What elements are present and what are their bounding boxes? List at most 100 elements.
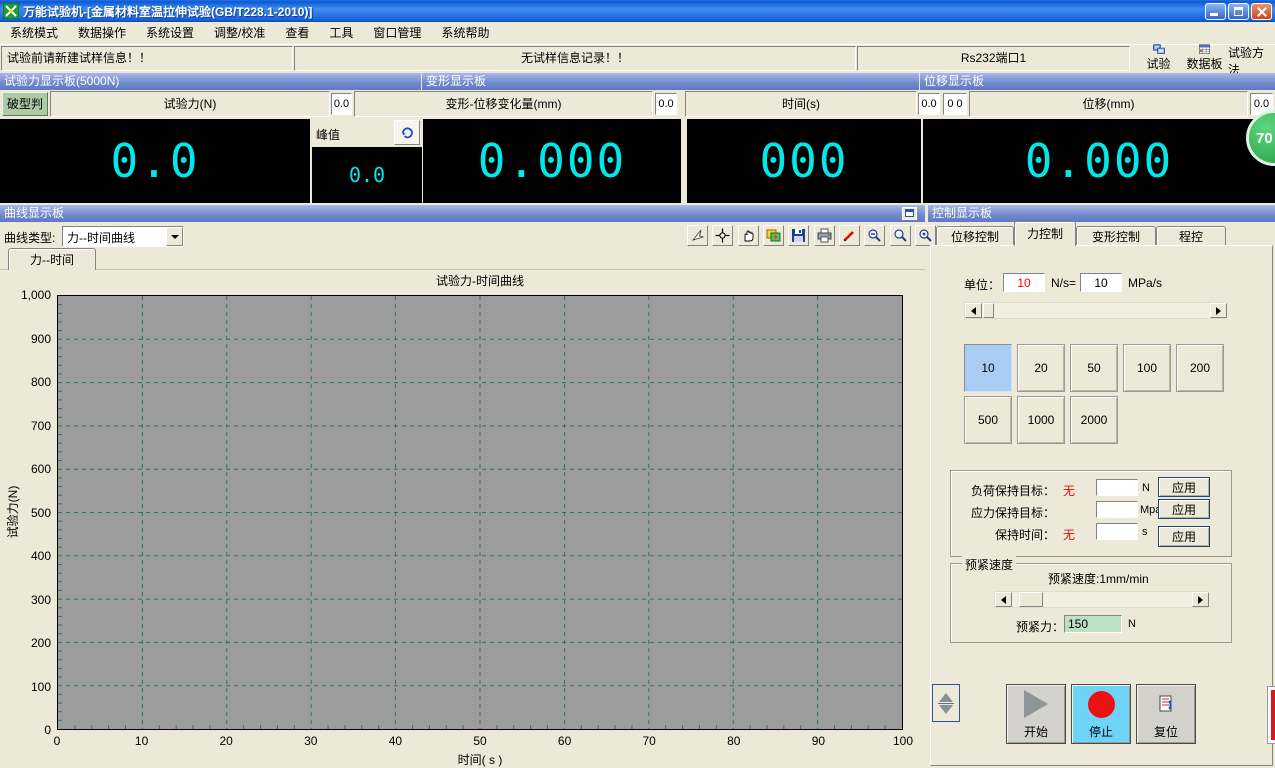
- reset-button[interactable]: 复位: [1136, 684, 1196, 744]
- tab-baseline: [0, 269, 925, 270]
- x-tick-label: 60: [545, 734, 585, 748]
- toolbar-test-button[interactable]: 试验: [1136, 44, 1181, 72]
- toolbar-databoard-button[interactable]: 数据板: [1182, 44, 1227, 72]
- refresh-icon: [400, 126, 415, 139]
- speed-scrollbar[interactable]: [964, 302, 1226, 319]
- stress-hold-input[interactable]: [1096, 501, 1138, 518]
- zoom-window-icon[interactable]: [915, 225, 936, 246]
- speed-button-50[interactable]: 50: [1070, 344, 1118, 392]
- speed-button-20[interactable]: 20: [1017, 344, 1065, 392]
- zoom-out-icon[interactable]: [864, 225, 885, 246]
- peak-reset-button[interactable]: [394, 120, 420, 145]
- speed-button-500[interactable]: 500: [964, 396, 1012, 444]
- deform-label: 变形-位移变化量(mm): [354, 91, 653, 117]
- unit-mpa-input[interactable]: [1080, 273, 1122, 292]
- curve-type-dropdown[interactable]: 力--时间曲线: [62, 226, 184, 247]
- unit-n-input[interactable]: [1003, 273, 1045, 292]
- pretension-scrollbar[interactable]: [994, 591, 1208, 608]
- tab-program-control[interactable]: 程控: [1156, 226, 1226, 246]
- menu-system-mode[interactable]: 系统模式: [0, 22, 68, 44]
- speed-button-1000[interactable]: 1000: [1017, 396, 1065, 444]
- deform-display: 0.000: [423, 119, 681, 203]
- pretension-force-unit: N: [1128, 618, 1136, 630]
- speed-button-200[interactable]: 200: [1176, 344, 1224, 392]
- hold-time-flag: 无: [1063, 526, 1075, 543]
- close-button[interactable]: [1251, 3, 1272, 20]
- tab-displacement-control[interactable]: 位移控制: [936, 226, 1014, 246]
- scroll-right-button[interactable]: [1192, 592, 1209, 607]
- play-icon: [1024, 690, 1048, 718]
- load-hold-apply-button[interactable]: 应用: [1158, 477, 1210, 497]
- x-tick-label: 80: [714, 734, 754, 748]
- crosshair-icon[interactable]: [712, 225, 733, 246]
- break-detect-button[interactable]: 破型判断: [2, 92, 48, 116]
- dropdown-arrow-button[interactable]: [166, 227, 183, 246]
- scrollbar-thumb[interactable]: [983, 303, 994, 318]
- speed-button-10[interactable]: 10: [964, 344, 1012, 392]
- save-icon[interactable]: [788, 225, 809, 246]
- force-panel-header: 试验力显示板(5000N): [0, 73, 421, 90]
- panel-restore-icon[interactable]: [902, 207, 917, 220]
- curve-type-value: 力--时间曲线: [67, 229, 135, 246]
- menu-tools[interactable]: 工具: [319, 22, 363, 44]
- application-window: 万能试验机-[金属材料室温拉伸试验(GB/T228.1-2010)] 系统模式 …: [0, 0, 1275, 768]
- scroll-left-button[interactable]: [995, 592, 1012, 607]
- force-display: 0.0: [0, 119, 310, 203]
- scroll-right-button[interactable]: [1210, 303, 1227, 318]
- restore-icon: [1234, 7, 1243, 16]
- y-tick-label: 200: [3, 636, 51, 650]
- menu-window-manage[interactable]: 窗口管理: [363, 22, 431, 44]
- hold-time-apply-button[interactable]: 应用: [1158, 526, 1210, 547]
- scrollbar-thumb[interactable]: [1019, 592, 1043, 607]
- y-tick-label: 400: [3, 549, 51, 563]
- pan-hand-icon[interactable]: [738, 225, 759, 246]
- tab-force-control[interactable]: 力控制: [1014, 221, 1076, 246]
- minimize-button[interactable]: [1205, 3, 1226, 20]
- reset-button-label: 复位: [1154, 723, 1178, 740]
- curve-tab-force-time[interactable]: 力--时间: [8, 248, 96, 270]
- stop-button[interactable]: 停止: [1071, 684, 1131, 744]
- pretension-speed-label: 预紧速度:1mm/min: [1048, 570, 1149, 587]
- x-tick-label: 20: [206, 734, 246, 748]
- speed-button-100[interactable]: 100: [1123, 344, 1171, 392]
- menu-data-ops[interactable]: 数据操作: [68, 22, 136, 44]
- hold-time-input[interactable]: [1096, 523, 1138, 540]
- pen-icon[interactable]: [839, 225, 860, 246]
- hold-time-label: 保持时间：: [955, 526, 1055, 543]
- menu-system-settings[interactable]: 系统设置: [136, 22, 204, 44]
- y-tick-label: 800: [3, 375, 51, 389]
- scroll-left-button[interactable]: [965, 303, 982, 318]
- menu-view[interactable]: 查看: [275, 22, 319, 44]
- jog-up-down-button[interactable]: [932, 684, 960, 722]
- tab-deform-control[interactable]: 变形控制: [1076, 226, 1156, 246]
- copy-image-icon[interactable]: [763, 225, 784, 246]
- zoom-icon[interactable]: [890, 225, 911, 246]
- menu-adjust-calibrate[interactable]: 调整/校准: [204, 22, 275, 44]
- stop-button-label: 停止: [1089, 723, 1113, 740]
- status-message-left: 试验前请新建试样信息！！: [1, 46, 293, 71]
- y-tick-label: 600: [3, 462, 51, 476]
- load-hold-input[interactable]: [1096, 479, 1138, 496]
- stress-hold-apply-button[interactable]: 应用: [1158, 499, 1210, 519]
- restore-button[interactable]: [1228, 3, 1249, 20]
- y-axis-ticks: 1,0009008007006005004003002001000: [0, 295, 56, 730]
- curve-type-label: 曲线类型:: [4, 229, 55, 246]
- menu-system-help[interactable]: 系统帮助: [431, 22, 499, 44]
- y-tick-label: 300: [3, 593, 51, 607]
- start-button[interactable]: 开始: [1006, 684, 1066, 744]
- cursor-icon[interactable]: [687, 225, 708, 246]
- print-icon[interactable]: [814, 225, 835, 246]
- reset-icon: [1156, 694, 1176, 714]
- speed-button-2000[interactable]: 2000: [1070, 396, 1118, 444]
- time-aux-value: 0.0: [918, 93, 940, 115]
- chart-title: 试验力-时间曲线: [57, 272, 903, 289]
- speed-button-grid: 10 20 50 100 200 500 1000 2000: [964, 344, 1230, 444]
- x-tick-label: 90: [798, 734, 838, 748]
- pretension-force-input[interactable]: [1064, 615, 1122, 633]
- curve-panel-header: 曲线显示板: [0, 205, 925, 222]
- minimize-icon: [1210, 13, 1218, 16]
- curve-panel-title: 曲线显示板: [4, 206, 64, 220]
- arrow-left-icon: [967, 307, 976, 315]
- toolbar-method-button[interactable]: 试验方法: [1228, 44, 1273, 72]
- edge-indicator: [1267, 686, 1275, 744]
